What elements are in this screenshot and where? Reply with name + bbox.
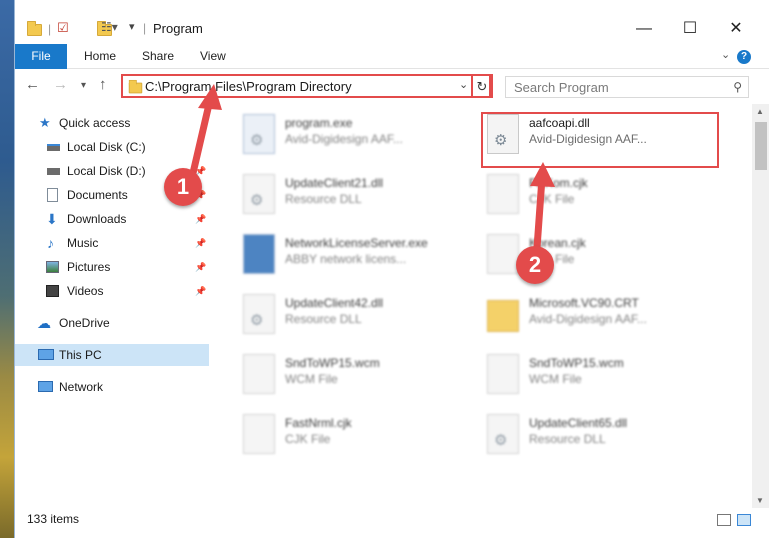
list-item[interactable]: ⚙ UpdateClient42.dll Resource DLL bbox=[239, 290, 479, 342]
folder-icon bbox=[128, 79, 143, 94]
music-icon: ♪ bbox=[47, 235, 54, 251]
network-icon bbox=[38, 381, 53, 392]
scroll-up-icon[interactable]: ▲ bbox=[756, 107, 764, 116]
pictures-icon bbox=[46, 261, 59, 273]
item-count: 133 items bbox=[27, 512, 80, 526]
toolbar-separator: | bbox=[48, 22, 52, 36]
scroll-thumb[interactable] bbox=[755, 122, 767, 170]
sidebar-item-downloads[interactable]: ⬇ Downloads 📌 bbox=[15, 208, 209, 230]
address-dropdown-icon[interactable]: ⌄ bbox=[459, 78, 468, 91]
gear-icon: ⚙ bbox=[250, 312, 264, 329]
tab-view[interactable]: View bbox=[200, 44, 226, 69]
tab-file[interactable]: File bbox=[15, 44, 67, 69]
search-placeholder: Search Program bbox=[514, 80, 609, 95]
gear-icon: ⚙ bbox=[250, 132, 264, 149]
sidebar-item-quick-access[interactable]: ★ Quick access bbox=[15, 112, 209, 134]
app-icon bbox=[243, 234, 275, 274]
file-icon bbox=[487, 354, 519, 394]
list-item[interactable]: FRKom.cjk CJK File bbox=[483, 170, 723, 222]
pin-icon[interactable]: 📌 bbox=[195, 280, 206, 302]
computer-icon bbox=[38, 349, 54, 360]
window-title: Program bbox=[153, 21, 203, 36]
app-icon: ⚙ bbox=[243, 114, 275, 154]
list-item[interactable]: ⚙ program.exe Avid-Digidesign AAF... bbox=[239, 110, 479, 162]
file-icon bbox=[487, 174, 519, 214]
address-path[interactable]: C:\Program Files\Program Directory bbox=[145, 79, 352, 94]
title-bar: | ☑ ☷▾ ▾ | Program — ☐ ✕ bbox=[15, 0, 769, 44]
sidebar-item-this-pc[interactable]: This PC bbox=[15, 344, 209, 366]
folder-icon bbox=[27, 21, 42, 36]
ribbon: File Home Share View ⌄ ? bbox=[15, 44, 769, 69]
scroll-down-icon[interactable]: ▼ bbox=[756, 496, 764, 505]
sidebar-item-local-disk-c[interactable]: Local Disk (C:) bbox=[15, 136, 209, 158]
help-icon[interactable]: ? bbox=[737, 50, 751, 64]
sidebar-item-pictures[interactable]: Pictures 📌 bbox=[15, 256, 209, 278]
file-explorer-window: | ☑ ☷▾ ▾ | Program — ☐ ✕ File Home Share… bbox=[14, 0, 769, 538]
download-icon: ⬇ bbox=[46, 211, 58, 227]
highlight-box bbox=[481, 112, 719, 168]
sidebar-item-onedrive[interactable]: ☁ OneDrive bbox=[15, 312, 209, 334]
dll-icon: ⚙ bbox=[243, 174, 275, 214]
sidebar-item-videos[interactable]: Videos 📌 bbox=[15, 280, 209, 302]
expand-ribbon-icon[interactable]: ⌄ bbox=[721, 48, 730, 61]
step-1-marker: 1 bbox=[164, 168, 202, 206]
forward-arrow-icon[interactable]: → bbox=[53, 76, 68, 93]
list-item[interactable]: NetworkLicenseServer.exe ABBY network li… bbox=[239, 230, 479, 282]
chevron-down-icon[interactable]: ▾ bbox=[129, 20, 135, 38]
documents-icon bbox=[47, 188, 58, 202]
navigation-bar: ← → ▾ ↑ C:\Program Files\Program Directo… bbox=[15, 70, 769, 103]
recent-locations-icon[interactable]: ▾ bbox=[81, 80, 86, 91]
step-2-marker: 2 bbox=[516, 246, 554, 284]
drive-icon bbox=[47, 144, 60, 151]
up-arrow-icon[interactable]: ↑ bbox=[99, 76, 107, 93]
back-arrow-icon[interactable]: ← bbox=[25, 76, 40, 93]
dll-icon: ⚙ bbox=[243, 294, 275, 334]
list-item[interactable]: SndToWP15.wcm WCM File bbox=[239, 350, 479, 402]
desktop-wallpaper bbox=[0, 0, 14, 538]
gear-icon: ⚙ bbox=[250, 192, 264, 209]
sidebar-item-network[interactable]: Network bbox=[15, 376, 209, 398]
dll-icon: ⚙ bbox=[487, 414, 519, 454]
gear-icon: ⚙ bbox=[494, 432, 508, 449]
pin-icon[interactable]: 📌 bbox=[195, 208, 206, 230]
search-input[interactable]: Search Program ⚲ bbox=[505, 76, 749, 98]
refresh-button[interactable]: ↻ bbox=[471, 74, 493, 98]
file-icon bbox=[243, 354, 275, 394]
star-icon: ★ bbox=[39, 115, 51, 130]
minimize-button[interactable]: — bbox=[621, 16, 667, 44]
navigation-pane: ★ Quick access Local Disk (C:) Local Dis… bbox=[15, 104, 209, 508]
large-icons-view-icon[interactable] bbox=[737, 514, 751, 526]
properties-icon[interactable]: ☑ bbox=[57, 20, 69, 38]
folder-icon bbox=[487, 300, 519, 332]
file-icon bbox=[487, 234, 519, 274]
pin-icon[interactable]: 📌 bbox=[195, 232, 206, 254]
maximize-button[interactable]: ☐ bbox=[667, 16, 713, 44]
close-button[interactable]: ✕ bbox=[713, 16, 759, 44]
list-item[interactable]: ⚙ UpdateClient65.dll Resource DLL bbox=[483, 410, 723, 462]
tab-share[interactable]: Share bbox=[142, 44, 174, 69]
videos-icon bbox=[46, 285, 59, 297]
list-item[interactable]: ⚙ UpdateClient21.dll Resource DLL bbox=[239, 170, 479, 222]
details-view-icon[interactable] bbox=[717, 514, 731, 526]
title-separator: | bbox=[143, 21, 147, 35]
vertical-scrollbar[interactable]: ▲ ▼ bbox=[752, 104, 769, 508]
list-item[interactable]: FastNrml.cjk CJK File bbox=[239, 410, 479, 462]
file-icon bbox=[243, 414, 275, 454]
list-item[interactable]: Microsoft.VC90.CRT Avid-Digidesign AAF..… bbox=[483, 290, 723, 342]
address-bar[interactable]: C:\Program Files\Program Directory ⌄ bbox=[121, 74, 491, 98]
status-bar: 133 items bbox=[15, 508, 769, 538]
search-icon[interactable]: ⚲ bbox=[733, 80, 742, 94]
pin-icon[interactable]: 📌 bbox=[195, 256, 206, 278]
sidebar-item-music[interactable]: ♪ Music 📌 bbox=[15, 232, 209, 254]
list-item[interactable]: SndToWP15.wcm WCM File bbox=[483, 350, 723, 402]
customize-toolbar-icon[interactable]: ☷▾ bbox=[101, 20, 118, 38]
tab-home[interactable]: Home bbox=[84, 44, 116, 69]
drive-icon bbox=[47, 168, 60, 175]
cloud-icon: ☁ bbox=[37, 315, 51, 331]
file-list: ⚙ program.exe Avid-Digidesign AAF... ⚙ a… bbox=[209, 104, 752, 508]
